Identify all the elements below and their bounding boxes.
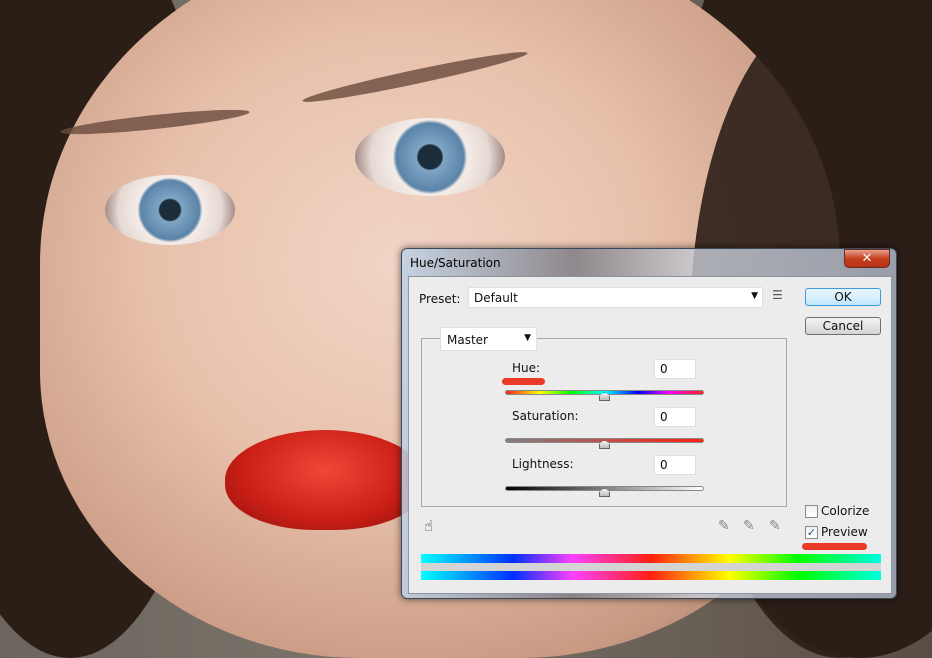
eyedropper-subtract-icon[interactable]: ✎ [769,518,781,534]
output-color-spectrum [421,571,881,580]
hue-input[interactable]: 0 [654,359,696,379]
chevron-down-icon: ▼ [524,333,531,343]
preview-annotation-mark [802,543,867,550]
close-button[interactable]: ✕ [844,249,890,268]
preview-label: Preview [821,525,868,539]
channel-value: Master [447,333,488,347]
channel-select[interactable]: Master ▼ [440,327,537,351]
hue-label: Hue: [512,361,541,375]
eyedropper-add-icon[interactable]: ✎ [743,518,755,534]
input-color-spectrum [421,554,881,563]
colorize-label: Colorize [821,504,870,518]
lightness-label: Lightness: [512,457,574,471]
dialog-title: Hue/Saturation [410,256,501,270]
saturation-label: Saturation: [512,409,579,423]
targeted-adjustment-hand-icon[interactable]: ☝ [424,517,433,535]
ok-button[interactable]: OK [805,288,881,306]
saturation-input[interactable]: 0 [654,407,696,427]
range-bar [421,563,881,571]
preview-checkbox[interactable]: ✓ [805,526,818,539]
hue-saturation-dialog: Hue/Saturation ✕ Preset: Default ▼ ☰ OK … [401,248,897,599]
eyedropper-icon[interactable]: ✎ [718,518,730,534]
lightness-input[interactable]: 0 [654,455,696,475]
preset-select[interactable]: Default ▼ [468,287,763,308]
colorize-checkbox[interactable] [805,505,818,518]
preset-options-icon[interactable]: ☰ [772,288,783,302]
dialog-body: Preset: Default ▼ ☰ OK Cancel Master ▼ H… [408,276,892,594]
preset-label: Preset: [419,292,461,306]
adjustment-group [421,338,787,507]
chevron-down-icon: ▼ [751,291,758,301]
hue-annotation-mark [502,378,545,385]
preset-value: Default [474,291,518,305]
cancel-button[interactable]: Cancel [805,317,881,335]
